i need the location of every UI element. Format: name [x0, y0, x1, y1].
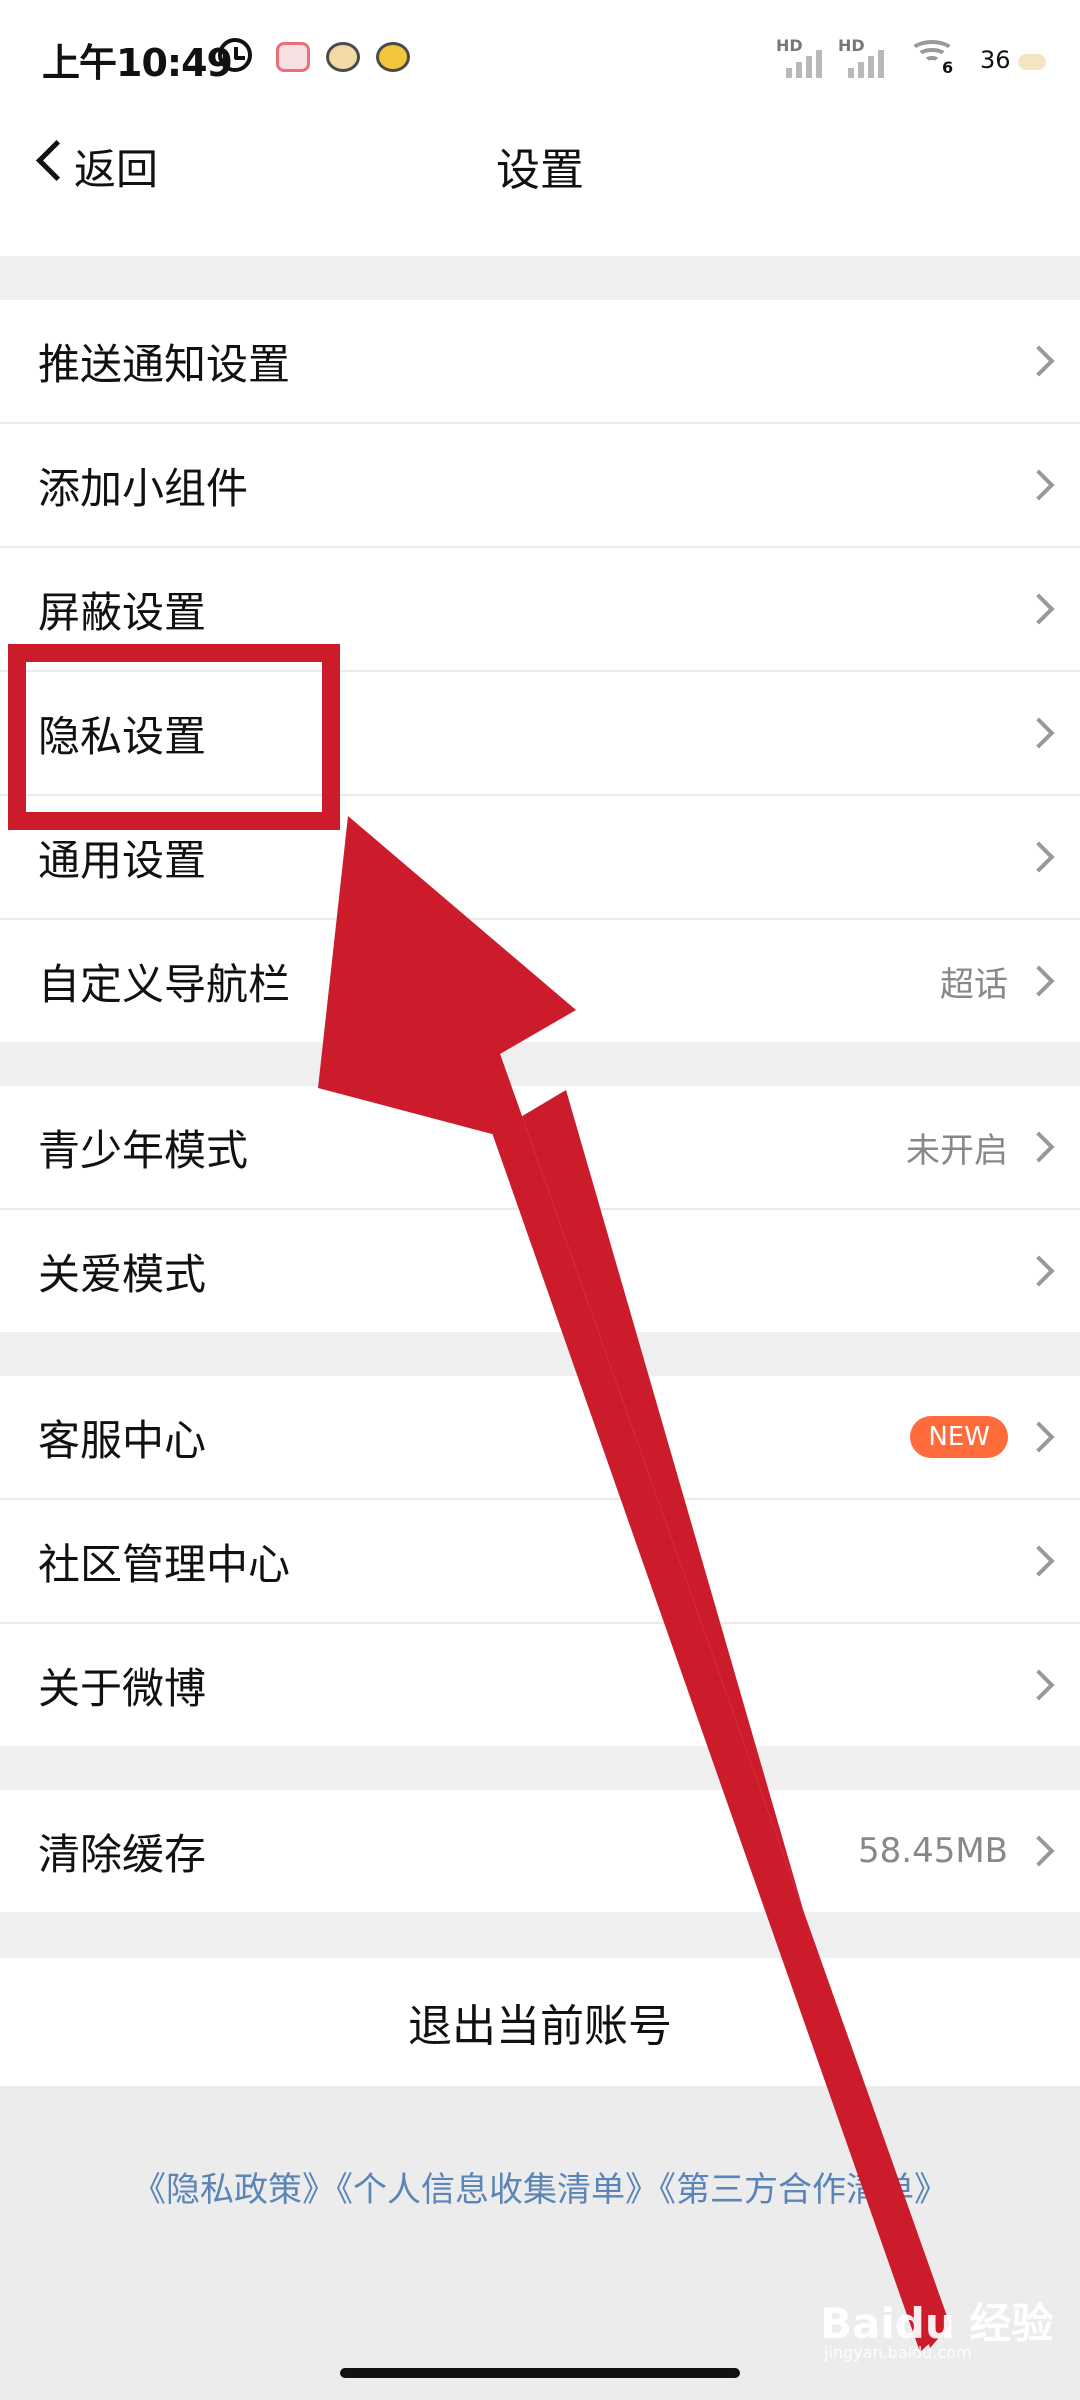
wifi-label: 6	[942, 58, 954, 77]
row-label: 关于微博	[38, 1663, 207, 1713]
alarm-icon	[218, 38, 252, 72]
app-icon-c	[376, 42, 410, 72]
chevron-right-icon	[1023, 1545, 1055, 1577]
row-value: 58.45MB	[858, 1831, 1008, 1871]
row-label: 清除缓存	[38, 1829, 207, 1879]
row-label: 推送通知设置	[38, 339, 291, 389]
chevron-right-icon	[1023, 1669, 1055, 1701]
row-clear-cache[interactable]: 清除缓存 58.45MB	[0, 1790, 1080, 1912]
chevron-right-icon	[1023, 965, 1055, 997]
logout-label: 退出当前账号	[408, 2001, 672, 2052]
logout-button[interactable]: 退出当前账号	[0, 1958, 1080, 2086]
chevron-right-icon	[1023, 593, 1055, 625]
row-care-mode[interactable]: 关爱模式	[0, 1210, 1080, 1332]
row-label: 添加小组件	[38, 463, 249, 513]
row-push-notifications[interactable]: 推送通知设置	[0, 300, 1080, 422]
row-label: 自定义导航栏	[38, 959, 291, 1009]
section-gap	[0, 1332, 1080, 1376]
chevron-right-icon	[1023, 469, 1055, 501]
chevron-right-icon	[1023, 345, 1055, 377]
row-label: 客服中心	[38, 1415, 207, 1465]
home-indicator[interactable]	[340, 2368, 740, 2378]
row-teen-mode[interactable]: 青少年模式 未开启	[0, 1086, 1080, 1208]
row-label: 屏蔽设置	[38, 587, 207, 637]
status-time: 上午10:49	[42, 41, 233, 85]
signal-icon: HD	[776, 36, 828, 78]
row-label: 关爱模式	[38, 1249, 207, 1299]
policy-links[interactable]: 《隐私政策》《个人信息收集清单》《第三方合作清单》	[0, 2162, 1080, 2211]
row-add-widget[interactable]: 添加小组件	[0, 424, 1080, 546]
chevron-right-icon	[1023, 1421, 1055, 1453]
row-value: 未开启	[906, 1130, 1008, 1171]
row-about-weibo[interactable]: 关于微博	[0, 1624, 1080, 1746]
row-value: 超话	[940, 964, 1008, 1005]
sim2-label: HD	[838, 36, 865, 55]
row-custom-navbar[interactable]: 自定义导航栏 超话	[0, 920, 1080, 1042]
signal-icon: HD	[838, 36, 890, 78]
highlight-box	[8, 644, 340, 830]
section-gap	[0, 1042, 1080, 1086]
chevron-right-icon	[1023, 717, 1055, 749]
sim1-label: HD	[776, 36, 803, 55]
section-gap	[0, 1746, 1080, 1790]
app-icon-b	[326, 42, 360, 72]
page-title: 设置	[496, 145, 584, 196]
row-label: 社区管理中心	[38, 1539, 291, 1589]
chevron-right-icon	[1023, 841, 1055, 873]
app-icon-a	[276, 42, 310, 72]
chevron-right-icon	[1023, 1255, 1055, 1287]
row-community-center[interactable]: 社区管理中心	[0, 1500, 1080, 1622]
chevron-right-icon	[1023, 1835, 1055, 1867]
baidu-watermark: Baidu 经验	[820, 2299, 1054, 2348]
new-badge: NEW	[910, 1416, 1008, 1458]
watermark-url: jingyan.baidu.com	[824, 2343, 972, 2362]
section-gap	[0, 256, 1080, 300]
wifi-icon: 6	[906, 38, 958, 78]
section-gap	[0, 1912, 1080, 1958]
row-customer-service[interactable]: 客服中心 NEW	[0, 1376, 1080, 1498]
row-label: 通用设置	[38, 835, 207, 885]
chevron-right-icon	[1023, 1131, 1055, 1163]
row-label: 青少年模式	[38, 1125, 249, 1175]
battery-level: 36	[980, 46, 1011, 74]
battery-icon	[1018, 54, 1046, 70]
